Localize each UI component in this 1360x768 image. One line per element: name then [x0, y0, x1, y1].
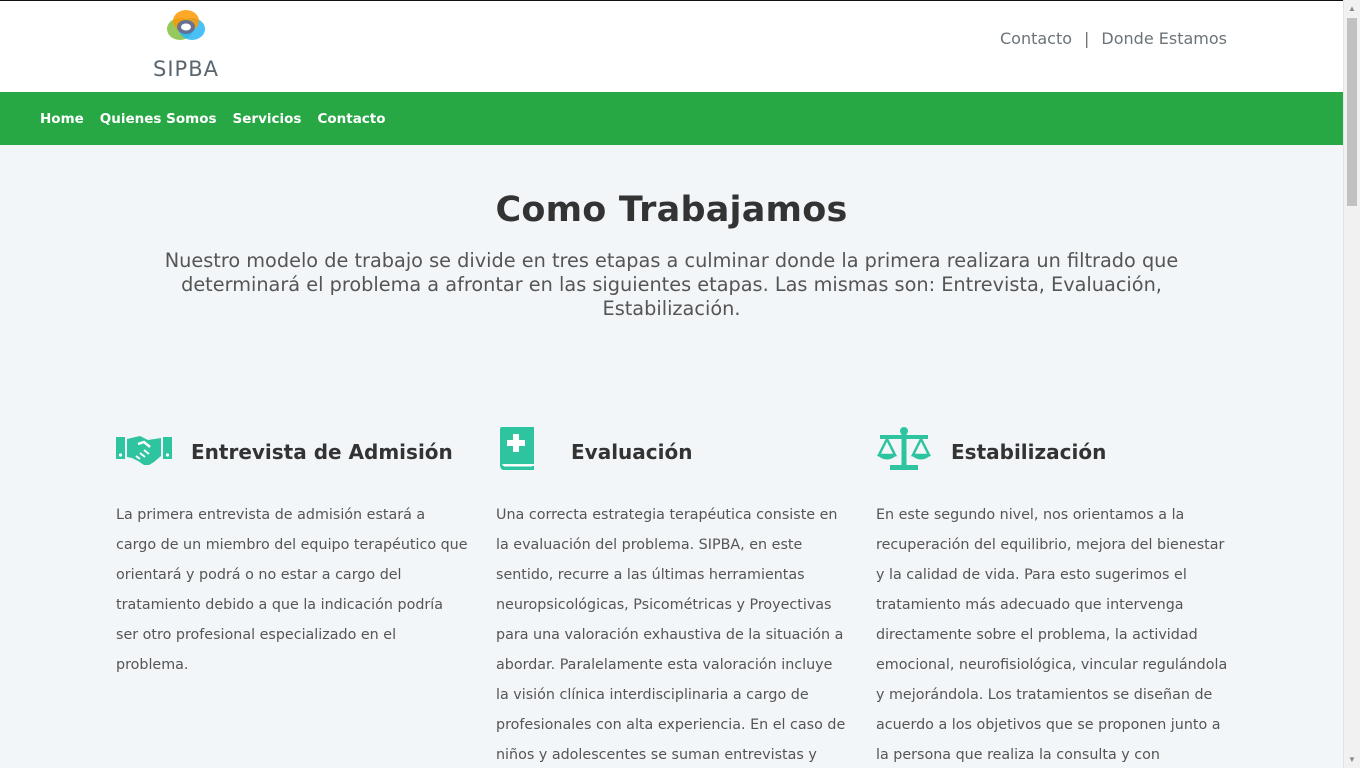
scroll-down-arrow-icon[interactable]: ▼: [1344, 751, 1360, 768]
brand-logo[interactable]: SIPBA: [148, 7, 226, 85]
handshake-icon: [116, 436, 172, 465]
stage-title: Entrevista de Admisión: [191, 440, 453, 464]
stage-description: En este segundo nivel, nos orientamos a …: [876, 507, 1228, 763]
vertical-scrollbar[interactable]: ▲ ▼: [1343, 0, 1360, 768]
stage-card-estabilizacion: Estabilización En este segundo nivel, no…: [876, 426, 1227, 763]
stage-card-evaluacion: Evaluación Una correcta estrategia terap…: [496, 426, 846, 763]
stage-card-header: Evaluación: [496, 426, 846, 474]
nav-item-contacto[interactable]: Contacto: [317, 111, 385, 127]
scrollbar-thumb[interactable]: [1347, 18, 1357, 206]
top-link-contact[interactable]: Contacto: [1000, 29, 1072, 48]
stage-card-entrevista: Entrevista de Admisión La primera entrev…: [116, 426, 468, 673]
top-links: Contacto | Donde Estamos: [1000, 29, 1227, 48]
top-link-location[interactable]: Donde Estamos: [1101, 29, 1227, 48]
page-subtitle: Nuestro modelo de trabajo se divide en t…: [164, 249, 1179, 320]
stage-description: La primera entrevista de admisión estará…: [116, 507, 468, 673]
medical-book-icon: [500, 427, 534, 470]
brand-name: SIPBA: [153, 57, 219, 81]
stage-title: Evaluación: [571, 440, 693, 464]
top-header: SIPBA Contacto | Donde Estamos: [0, 0, 1343, 92]
nav-item-servicios[interactable]: Servicios: [233, 111, 302, 127]
main-navbar: Home Quienes Somos Servicios Contacto: [0, 92, 1343, 145]
nav-item-home[interactable]: Home: [40, 111, 84, 127]
page: SIPBA Contacto | Donde Estamos Home Quie…: [0, 0, 1343, 768]
stage-card-header: Entrevista de Admisión: [116, 426, 466, 474]
balance-scale-icon: [876, 427, 932, 470]
top-link-separator: |: [1084, 29, 1090, 48]
nav-item-quienes-somos[interactable]: Quienes Somos: [100, 111, 217, 127]
page-title: Como Trabajamos: [495, 190, 848, 230]
stage-card-header: Estabilización: [876, 426, 1226, 474]
stage-title: Estabilización: [951, 440, 1107, 464]
sipba-logo-icon: [167, 10, 205, 40]
stage-description: Una correcta estrategia terapéutica cons…: [496, 507, 846, 763]
scroll-up-arrow-icon[interactable]: ▲: [1344, 0, 1360, 17]
